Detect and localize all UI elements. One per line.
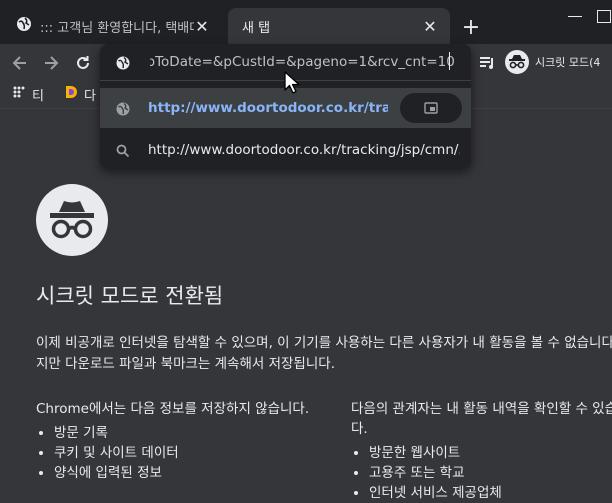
page-title: 시크릿 모드로 전환됨: [36, 284, 224, 308]
suggestion-url: http://www.doortodoor.co.kr/trac...: [148, 100, 388, 116]
bookmark-item[interactable]: 티: [12, 84, 44, 104]
list-item: 인터넷 서비스 제공업체: [369, 483, 612, 503]
not-saved-list: 방문 기록 쿠키 및 사이트 데이터 양식에 입력된 정보: [36, 423, 326, 483]
forward-button[interactable]: [40, 52, 62, 74]
list-item: 고용주 또는 학교: [369, 463, 612, 483]
daum-logo-icon: [64, 85, 78, 103]
tab-title: 새 탭: [242, 20, 271, 36]
close-tab-icon[interactable]: ✕: [422, 17, 438, 36]
list-item: 방문한 웹사이트: [369, 443, 612, 463]
new-tab-button[interactable]: +: [458, 14, 484, 40]
incognito-profile-chip[interactable]: 시크릿 모드(4: [505, 48, 612, 76]
list-item: 양식에 입력된 정보: [54, 463, 326, 483]
omnibox-dropdown: http://www.doortodoor.co.kr/trac... http…: [100, 44, 471, 168]
address-bar-input[interactable]: [150, 52, 455, 72]
list-item: 방문 기록: [54, 423, 326, 443]
not-saved-section: Chrome에서는 다음 정보를 저장하지 않습니다. 방문 기록 쿠키 및 사…: [36, 399, 326, 483]
close-tab-icon[interactable]: ✕: [194, 17, 210, 36]
list-item: 쿠키 및 사이트 데이터: [54, 443, 326, 463]
minimize-window-button[interactable]: [568, 16, 582, 17]
switch-tab-icon: [424, 99, 438, 118]
reading-list-icon[interactable]: [476, 52, 498, 74]
switch-to-tab-button[interactable]: [400, 93, 462, 123]
text-caret: [449, 52, 450, 70]
suggestion-search[interactable]: http://www.doortodoor.co.kr/tracking/jsp…: [100, 132, 471, 168]
bookmark-item[interactable]: 다: [64, 84, 96, 104]
profile-label: 시크릿 모드(4: [535, 56, 601, 69]
search-icon: [116, 143, 130, 158]
not-saved-title: Chrome에서는 다음 정보를 저장하지 않습니다.: [36, 401, 310, 417]
maximize-window-button[interactable]: [597, 10, 611, 23]
tab-new-tab[interactable]: 새 탭 ✕: [228, 8, 450, 44]
bookmark-label: 티: [32, 88, 44, 104]
bookmark-label: 다: [84, 88, 96, 104]
incognito-icon: [36, 184, 108, 256]
back-button[interactable]: [9, 52, 31, 74]
incognito-icon: [505, 50, 529, 74]
reload-button[interactable]: [72, 52, 94, 74]
tab-title: ::: 고객님 환영합니다, 택배대: [40, 20, 194, 36]
visible-to-title: 다음의 관계자는 내 활동 내역을 확인할 수 있습니다.: [351, 401, 612, 437]
visible-to-section: 다음의 관계자는 내 활동 내역을 확인할 수 있습니다. 방문한 웹사이트 고…: [351, 399, 612, 503]
tab-tracking[interactable]: ::: 고객님 환영합니다, 택배대 ✕: [8, 8, 228, 44]
globe-icon: [116, 55, 130, 70]
globe-icon: [16, 16, 32, 36]
bookmark-favicon-icon: [12, 85, 26, 103]
incognito-description: 이제 비공개로 인터넷을 탐색할 수 있으며, 이 기기를 사용하는 다른 사용…: [36, 335, 612, 372]
globe-icon: [116, 101, 130, 116]
suggestion-url: http://www.doortodoor.co.kr/tracking/jsp…: [148, 142, 460, 158]
visible-to-list: 방문한 웹사이트 고용주 또는 학교 인터넷 서비스 제공업체: [351, 443, 612, 503]
mouse-cursor-icon: [283, 71, 303, 99]
